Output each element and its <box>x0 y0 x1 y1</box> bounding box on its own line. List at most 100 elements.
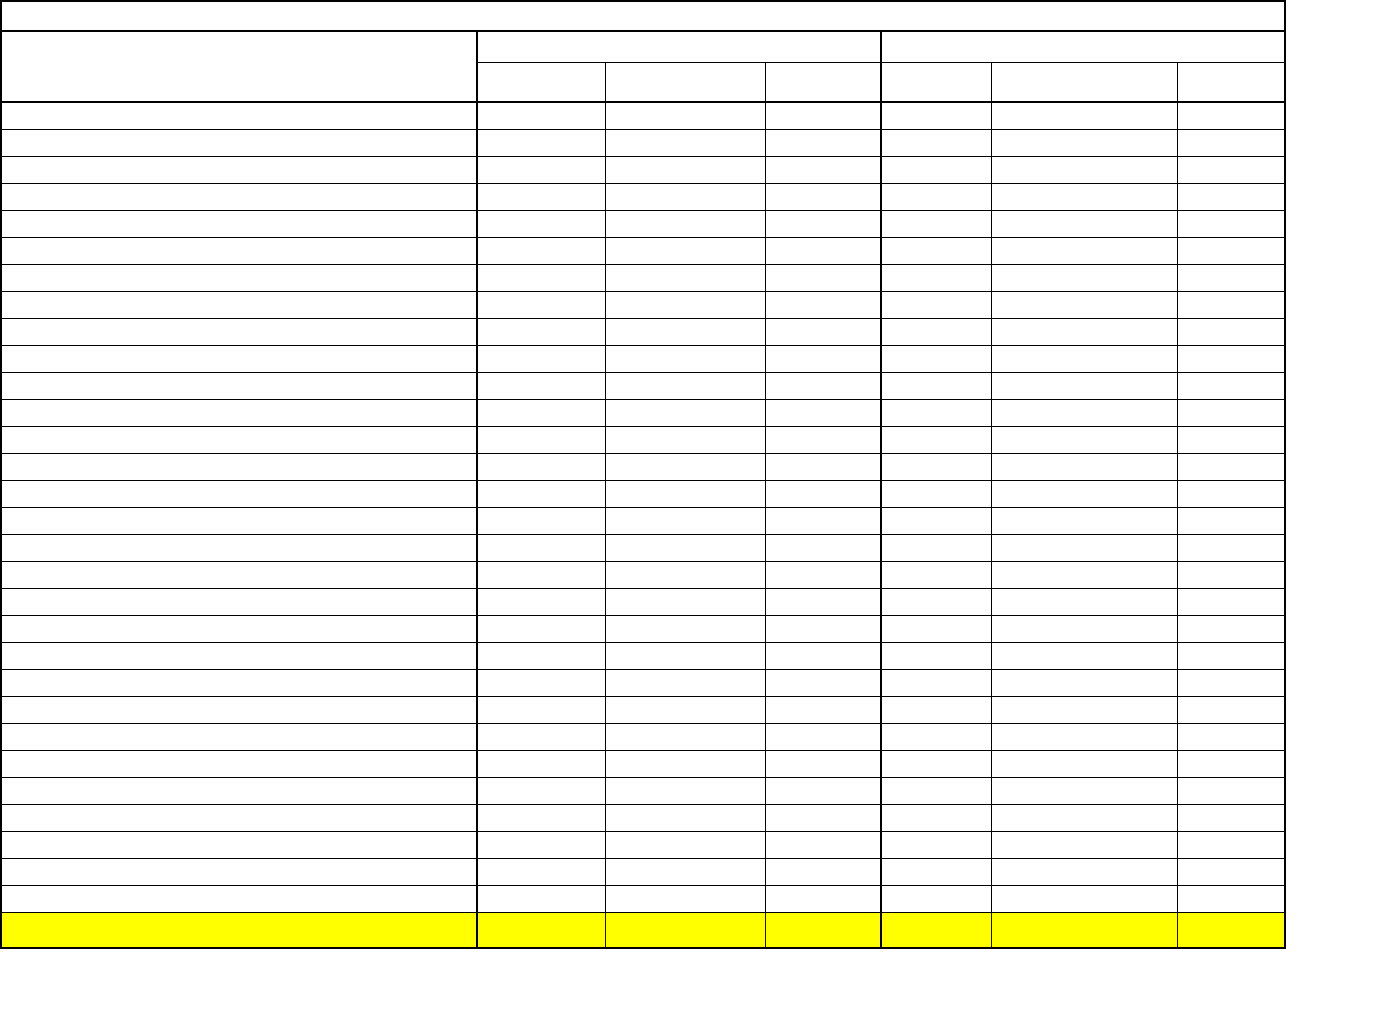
table-cell <box>765 751 881 778</box>
table-cell <box>881 697 991 724</box>
table-cell <box>991 886 1177 913</box>
table-cell <box>477 373 605 400</box>
table-cell <box>765 724 881 751</box>
table-cell <box>881 373 991 400</box>
table-cell <box>991 211 1177 238</box>
table-cell <box>1177 751 1285 778</box>
table-cell <box>477 535 605 562</box>
table-row <box>1 130 1285 157</box>
table-row <box>1 670 1285 697</box>
table-cell <box>991 724 1177 751</box>
table-cell <box>1 427 477 454</box>
table-cell <box>605 481 765 508</box>
table-cell <box>991 616 1177 643</box>
table-cell <box>1177 238 1285 265</box>
table-cell <box>991 346 1177 373</box>
table-cell <box>765 805 881 832</box>
table-cell <box>477 751 605 778</box>
header-col0 <box>1 31 477 102</box>
table-cell <box>991 130 1177 157</box>
table-cell <box>477 427 605 454</box>
table-cell <box>881 211 991 238</box>
table-cell <box>1 400 477 427</box>
table-cell <box>477 643 605 670</box>
header-sub-4 <box>991 63 1177 103</box>
table-cell <box>1177 562 1285 589</box>
table-cell <box>605 400 765 427</box>
table-cell <box>477 724 605 751</box>
table-cell <box>881 346 991 373</box>
table-cell <box>477 400 605 427</box>
table-row <box>1 346 1285 373</box>
table-row <box>1 319 1285 346</box>
table-cell <box>881 454 991 481</box>
table-cell <box>991 265 1177 292</box>
table-cell <box>477 292 605 319</box>
table-cell <box>765 589 881 616</box>
table-cell <box>605 643 765 670</box>
table-cell <box>991 238 1177 265</box>
table-cell <box>1 238 477 265</box>
table-title <box>1 1 1285 31</box>
table-cell <box>991 778 1177 805</box>
table-cell <box>477 832 605 859</box>
header-group2 <box>881 31 1285 63</box>
table-cell <box>477 886 605 913</box>
table-cell <box>605 157 765 184</box>
table-cell <box>765 886 881 913</box>
table-row <box>1 102 1285 130</box>
table-cell <box>605 238 765 265</box>
table-cell <box>1 265 477 292</box>
header-sub-5 <box>1177 63 1285 103</box>
table-cell <box>1177 697 1285 724</box>
table-cell <box>1177 535 1285 562</box>
table-cell <box>1177 346 1285 373</box>
table-cell <box>765 184 881 211</box>
table-cell <box>765 508 881 535</box>
table-cell <box>881 589 991 616</box>
table-cell <box>765 346 881 373</box>
table-cell <box>1 670 477 697</box>
table-cell <box>477 697 605 724</box>
table-cell <box>765 481 881 508</box>
table-cell <box>1177 724 1285 751</box>
table-cell <box>991 832 1177 859</box>
table-cell <box>605 508 765 535</box>
total-cell-0 <box>1 913 477 949</box>
table-cell <box>881 670 991 697</box>
table-cell <box>881 400 991 427</box>
table-cell <box>765 102 881 130</box>
table-cell <box>1 157 477 184</box>
table-row <box>1 589 1285 616</box>
table-cell <box>1177 454 1285 481</box>
table-cell <box>605 184 765 211</box>
table-cell <box>765 238 881 265</box>
table-cell <box>605 832 765 859</box>
table-cell <box>605 589 765 616</box>
table-row <box>1 805 1285 832</box>
header-group1 <box>477 31 881 63</box>
table-row <box>1 157 1285 184</box>
table-cell <box>991 157 1177 184</box>
table-cell <box>765 292 881 319</box>
header-sub-0 <box>477 63 605 103</box>
table-cell <box>605 102 765 130</box>
table-cell <box>1177 805 1285 832</box>
table-cell <box>605 562 765 589</box>
table-cell <box>477 454 605 481</box>
table-cell <box>1 211 477 238</box>
table-cell <box>765 400 881 427</box>
table-row <box>1 211 1285 238</box>
table-cell <box>1177 427 1285 454</box>
table-cell <box>991 184 1177 211</box>
table-cell <box>1177 643 1285 670</box>
table-cell <box>881 886 991 913</box>
table-cell <box>1 832 477 859</box>
table-cell <box>1177 292 1285 319</box>
table-cell <box>605 427 765 454</box>
table-cell <box>605 859 765 886</box>
table-cell <box>765 265 881 292</box>
table-cell <box>881 427 991 454</box>
table-cell <box>881 184 991 211</box>
table-cell <box>765 778 881 805</box>
